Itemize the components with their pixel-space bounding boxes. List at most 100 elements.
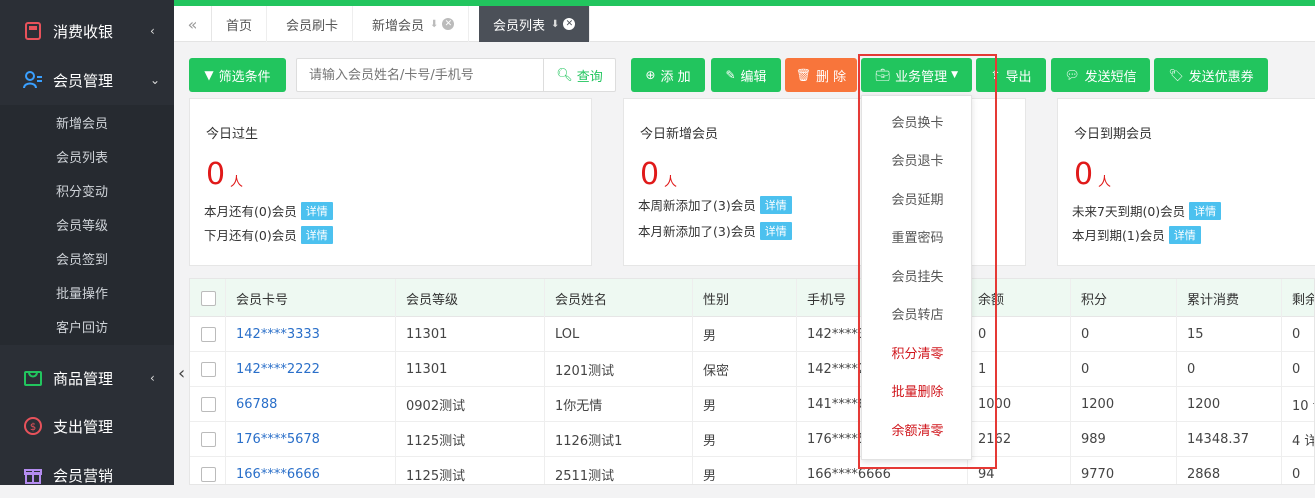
row-checkbox[interactable] (190, 422, 226, 457)
sidebar-item-points[interactable]: 积分变动 (0, 173, 174, 207)
sidebar-item-visit[interactable]: 客户回访 (0, 309, 174, 343)
select-all-checkbox[interactable] (190, 279, 226, 317)
chevron-left-icon[interactable]: ‹ (178, 363, 185, 384)
chevron-left-icon: ‹ (150, 371, 155, 385)
tab-add-member[interactable]: 新增会员 ⬇ ✕ (358, 6, 470, 42)
sidebar-submenu: 新增会员 会员列表 积分变动 会员等级 会员签到 批量操作 客户回访 (0, 105, 174, 345)
card-unit: 人 (230, 175, 244, 190)
table-row[interactable]: 142****3333 11301 LOL 男 142****33 0 0 15 0 (190, 317, 1314, 352)
table-cell: 1你无情 (545, 387, 693, 422)
col-gender[interactable]: 性别 (693, 279, 797, 317)
table-row[interactable]: 66788 0902测试 1你无情男 141****66 1000 1200 1200 10 … (190, 387, 1314, 422)
detail-button[interactable]: 详情 (300, 225, 333, 244)
table-row[interactable]: 142****2222 11301 1201测试 保密 142****22 1 0 0 0 (190, 352, 1314, 387)
card-no-link[interactable]: 176****5678 (226, 422, 396, 457)
table-cell: 9770 (1071, 457, 1177, 484)
card-line: 未来7天到期(0)会员 详情 (1072, 201, 1222, 220)
sidebar-item-checkin[interactable]: 会员签到 (0, 241, 174, 275)
sidebar-item-levels[interactable]: 会员等级 (0, 207, 174, 241)
row-checkbox[interactable] (190, 352, 226, 387)
card-no-link[interactable]: 142****3333 (226, 317, 396, 352)
pin-icon[interactable]: ⬇ (551, 19, 559, 30)
filter-icon: ▼ (204, 68, 214, 82)
search-button[interactable]: 🔍︎ 查询 (543, 59, 615, 91)
filter-button[interactable]: ▼ 筛选条件 (189, 58, 286, 92)
card-count: 0 (206, 157, 226, 192)
close-icon[interactable]: ✕ (563, 18, 576, 30)
delete-button[interactable]: 🗑︎ 删 除 (785, 58, 857, 92)
edit-icon: ✎ (725, 68, 736, 82)
trash-icon: 🗑︎ (795, 68, 812, 82)
svg-text:$: $ (30, 422, 36, 433)
detail-button[interactable]: 详情 (759, 221, 792, 240)
card-no-link[interactable]: 166****6666 (226, 457, 396, 484)
table-cell: 10 词 (1282, 387, 1314, 422)
cashier-icon (23, 21, 43, 41)
row-checkbox[interactable] (190, 317, 226, 352)
row-checkbox[interactable] (190, 387, 226, 422)
search-box: 🔍︎查询 (296, 58, 616, 92)
col-total-spend[interactable]: 累计消费 (1177, 279, 1282, 317)
table-cell: 4 详 (1282, 422, 1314, 457)
detail-button[interactable]: 详情 (1168, 225, 1201, 244)
col-card-no[interactable]: 会员卡号 (226, 279, 396, 317)
card-unit: 人 (1098, 175, 1112, 190)
card-no-link[interactable]: 142****2222 (226, 352, 396, 387)
sidebar-group-checkout[interactable]: 消费收银 ‹ (0, 8, 174, 54)
table-row[interactable]: 176****5678 1125测试 1126测试1 男 176****56 2162 98… (190, 422, 1314, 457)
card-title: 今日新增会员 (640, 127, 719, 142)
sidebar-group-expense[interactable]: $ 支出管理 (0, 403, 174, 449)
col-level[interactable]: 会员等级 (396, 279, 545, 317)
card-line: 本月新添加了(3)会员 详情 (638, 221, 792, 240)
send-sms-button[interactable]: 💬︎ 发送短信 (1051, 58, 1150, 92)
highlight-box (858, 54, 997, 469)
add-button[interactable]: ⊕ 添 加 (631, 58, 705, 92)
table-cell: 11301 (396, 352, 545, 387)
detail-button[interactable]: 详情 (300, 201, 333, 220)
card-line: 本周新添加了(3)会员 详情 (638, 195, 792, 214)
row-checkbox[interactable] (190, 457, 226, 484)
sidebar-item-batch[interactable]: 批量操作 (0, 275, 174, 309)
edit-button[interactable]: ✎ 编辑 (711, 58, 781, 92)
table-cell: 15 (1177, 317, 1282, 352)
col-remaining[interactable]: 剩余 (1282, 279, 1314, 317)
chevron-down-icon: ⌄ (150, 73, 161, 87)
table-cell: 0 (1071, 317, 1177, 352)
card-count: 0 (1074, 157, 1094, 192)
tab-member-card[interactable]: 会员刷卡 (272, 6, 354, 42)
gift-icon (23, 465, 43, 485)
col-name[interactable]: 会员姓名 (545, 279, 693, 317)
sidebar-item-add-member[interactable]: 新增会员 (0, 105, 174, 139)
card-title: 今日过生 (206, 127, 259, 142)
card-no-link[interactable]: 66788 (226, 387, 396, 422)
goods-icon (23, 368, 43, 388)
send-coupon-button[interactable]: 🏷︎ 发送优惠券 (1154, 58, 1268, 92)
collapse-tabs-icon[interactable]: « (174, 6, 212, 42)
sidebar-group-marketing[interactable]: 会员营销 (0, 452, 174, 498)
sidebar-item-member-list[interactable]: 会员列表 (0, 139, 174, 173)
sidebar-group-goods[interactable]: 商品管理 ‹ (0, 355, 174, 401)
detail-button[interactable]: 详情 (1189, 201, 1222, 220)
table-header: 会员卡号 会员等级 会员姓名 性别 手机号 余额 积分 累计消费 剩余 (190, 279, 1314, 317)
table-cell: 男 (693, 457, 797, 484)
close-icon[interactable]: ✕ (442, 18, 455, 30)
table-cell: 0 (1071, 352, 1177, 387)
table-cell: 0 (1282, 352, 1314, 387)
tab-home[interactable]: 首页 (212, 6, 268, 42)
tab-member-list[interactable]: 会员列表 ⬇ ✕ (479, 6, 591, 42)
pin-icon[interactable]: ⬇ (430, 19, 438, 30)
detail-button[interactable]: 详情 (759, 195, 792, 214)
table-cell: 2868 (1177, 457, 1282, 484)
card-line: 本月到期(1)会员 详情 (1072, 225, 1201, 244)
table-row[interactable]: 166****6666 1125测试 2511测试男 166****6666 94 977… (190, 457, 1314, 484)
search-input[interactable] (297, 59, 545, 91)
table-cell: 0 (1282, 317, 1314, 352)
col-points[interactable]: 积分 (1071, 279, 1177, 317)
table-cell: 14348.37 (1177, 422, 1282, 457)
expiring-card: 今日到期会员 0 人 未来7天到期(0)会员 详情 本月到期(1)会员 详情 (1057, 98, 1315, 266)
birthday-card: 今日过生 0 人 本月还有(0)会员 详情 下月还有(0)会员 详情 (189, 98, 592, 266)
sidebar-group-members[interactable]: 会员管理 ⌄ (0, 57, 174, 103)
plus-circle-icon: ⊕ (645, 68, 656, 82)
coin-icon: $ (23, 416, 43, 436)
table-cell: 0902测试 (396, 387, 545, 422)
